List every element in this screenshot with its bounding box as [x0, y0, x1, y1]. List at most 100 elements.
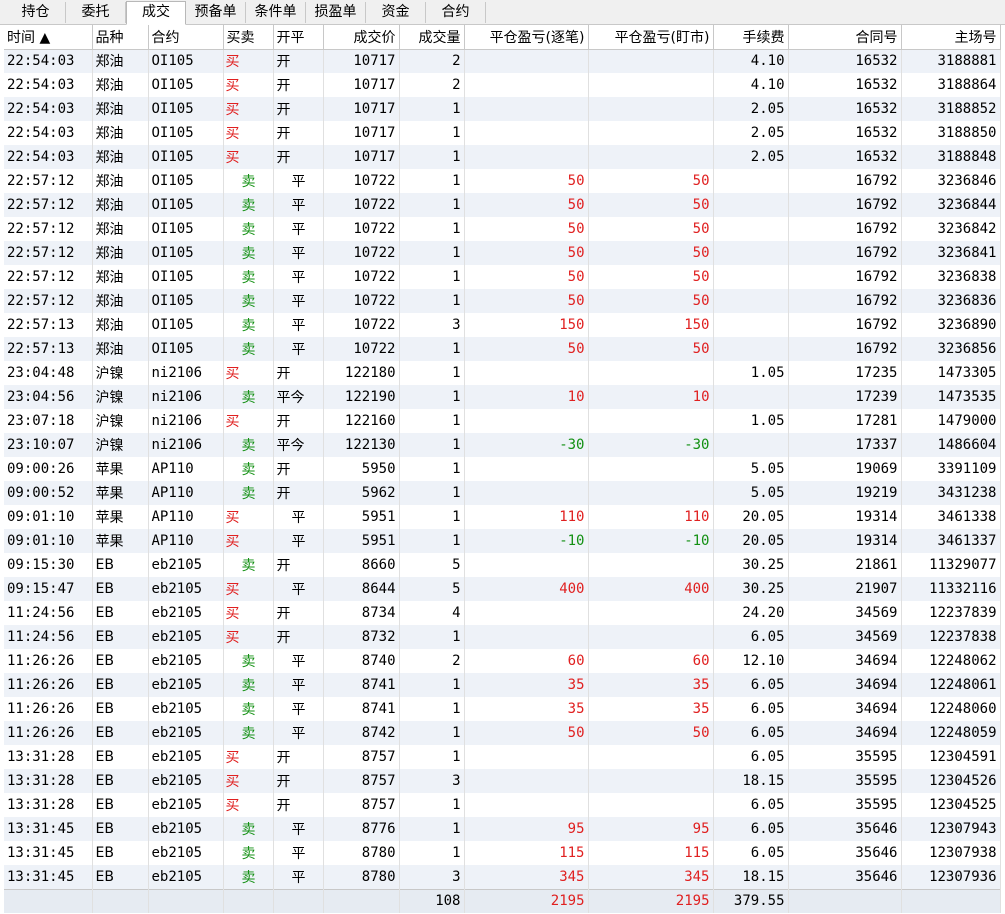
cell-qty: 1: [399, 193, 465, 217]
trade-row[interactable]: 22:54:03 郑油 OI105 买 开 10717 1 2.05 16532 3188852: [4, 97, 1001, 121]
side-label: 卖: [241, 869, 256, 886]
trade-row[interactable]: 22:57:12 郑油 OI105 卖平 10722 1 50 50 16792 3236844: [4, 193, 1001, 217]
cell-qty: 1: [399, 745, 465, 769]
trade-row[interactable]: 09:01:10 苹果 AP110 买平 5951 1 110 110 20.05 19314 34…: [4, 505, 1001, 529]
trade-row[interactable]: 22:54:03 郑油 OI105 买 开 10717 1 2.05 16532 3188848: [4, 145, 1001, 169]
cell-pnl-mtm: 110: [588, 505, 714, 529]
trade-row[interactable]: 11:26:26 EB eb2105 卖平 8741 1 35 35 6.05 34694 1224…: [4, 697, 1001, 721]
trade-row[interactable]: 22:54:03 郑油 OI105 买 开 10717 2 4.10 16532 3188881: [4, 49, 1001, 73]
trade-row[interactable]: 11:26:26 EB eb2105 卖平 8741 1 35 35 6.05 34694 1224…: [4, 673, 1001, 697]
trade-row[interactable]: 11:26:26 EB eb2105 卖平 8740 2 60 60 12.10 34694 122…: [4, 649, 1001, 673]
cell-pnl-mtm: 95: [588, 817, 714, 841]
col-contract-header[interactable]: 合约: [148, 25, 224, 50]
cell-main-no: 3236846: [901, 169, 1001, 193]
cell-variety: 郑油: [92, 313, 149, 337]
col-main-no-header[interactable]: 主场号: [901, 25, 1001, 50]
cell-pnl-trade: 50: [464, 721, 589, 745]
col-fee-header[interactable]: 手续费: [713, 25, 789, 50]
trade-row[interactable]: 13:31:45 EB eb2105 卖平 8776 1 95 95 6.05 35646 1230…: [4, 817, 1001, 841]
cell-pnl-trade: [464, 97, 589, 121]
cell-price: 8776: [323, 817, 400, 841]
cell-offset: 开: [273, 601, 324, 625]
trade-row[interactable]: 22:57:12 郑油 OI105 卖平 10722 1 50 50 16792 3236838: [4, 265, 1001, 289]
cell-main-no: 12248060: [901, 697, 1001, 721]
trade-row[interactable]: 13:31:28 EB eb2105 买 开 8757 1 6.05 35595 12304525: [4, 793, 1001, 817]
tab-stop-orders[interactable]: 损盈单: [306, 2, 366, 23]
cell-price: 10722: [323, 289, 400, 313]
trade-row[interactable]: 22:57:12 郑油 OI105 卖平 10722 1 50 50 16792 3236841: [4, 241, 1001, 265]
trade-row[interactable]: 13:31:45 EB eb2105 卖平 8780 3 345 345 18.15 35646 1…: [4, 865, 1001, 889]
cell-price: 122190: [323, 385, 400, 409]
cell-side: 卖: [223, 697, 274, 721]
trade-row[interactable]: 22:57:12 郑油 OI105 卖平 10722 1 50 50 16792 3236842: [4, 217, 1001, 241]
cell-contract: AP110: [148, 505, 224, 529]
tab-funds[interactable]: 资金: [366, 2, 426, 23]
trade-row[interactable]: 23:10:07 沪镍 ni2106 卖平今 122130 1 -30 -30 17337 148…: [4, 433, 1001, 457]
tab-contracts[interactable]: 合约: [426, 2, 486, 23]
col-offset-header[interactable]: 开平: [273, 25, 324, 50]
col-pnl-trade-header[interactable]: 平仓盈亏(逐笔): [464, 25, 589, 50]
trade-row[interactable]: 22:54:03 郑油 OI105 买 开 10717 1 2.05 16532 3188850: [4, 121, 1001, 145]
cell-contract-no: 35595: [788, 745, 902, 769]
cell-contract: OI105: [148, 49, 224, 73]
cell-side: 卖: [223, 193, 274, 217]
cell-contract: OI105: [148, 265, 224, 289]
tab-positions[interactable]: 持仓: [6, 2, 66, 23]
trade-row[interactable]: 09:00:26 苹果 AP110 卖 开 5950 1 5.05 19069 3391109: [4, 457, 1001, 481]
tab-trades[interactable]: 成交: [126, 1, 186, 25]
trade-row[interactable]: 11:24:56 EB eb2105 买 开 8734 4 24.20 34569 1223783…: [4, 601, 1001, 625]
col-price-header[interactable]: 成交价: [323, 25, 400, 50]
trade-row[interactable]: 13:31:45 EB eb2105 卖平 8780 1 115 115 6.05 35646 12…: [4, 841, 1001, 865]
cell-pnl-mtm: [588, 457, 714, 481]
trade-row[interactable]: 23:07:18 沪镍 ni2106 买 开 122160 1 1.05 17281 147900…: [4, 409, 1001, 433]
trade-row[interactable]: 22:57:12 郑油 OI105 卖平 10722 1 50 50 16792 3236846: [4, 169, 1001, 193]
trade-row[interactable]: 23:04:48 沪镍 ni2106 买 开 122180 1 1.05 17235 147330…: [4, 361, 1001, 385]
trade-row[interactable]: 13:31:28 EB eb2105 买 开 8757 1 6.05 35595 12304591: [4, 745, 1001, 769]
cell-variety: 郑油: [92, 193, 149, 217]
cell-main-no: 3188864: [901, 73, 1001, 97]
cell-pnl-trade: -10: [464, 529, 589, 553]
trade-row[interactable]: 22:57:12 郑油 OI105 卖平 10722 1 50 50 16792 3236836: [4, 289, 1001, 313]
cell-time: 13:31:28: [4, 793, 93, 817]
trade-row[interactable]: 22:57:13 郑油 OI105 卖平 10722 3 150 150 16792 323689…: [4, 313, 1001, 337]
cell-pnl-trade: [464, 49, 589, 73]
cell-offset: 开: [273, 625, 324, 649]
col-side-header[interactable]: 买卖: [223, 25, 274, 50]
col-qty-header[interactable]: 成交量: [399, 25, 465, 50]
trade-row[interactable]: 22:57:13 郑油 OI105 卖平 10722 1 50 50 16792 3236856: [4, 337, 1001, 361]
cell-time: 22:54:03: [4, 73, 93, 97]
side-label: 卖: [241, 222, 256, 238]
trade-row[interactable]: 23:04:56 沪镍 ni2106 卖平今 122190 1 10 10 17239 14735…: [4, 385, 1001, 409]
col-pnl-mtm-header[interactable]: 平仓盈亏(盯市): [588, 25, 714, 50]
cell-side: 卖: [223, 289, 274, 313]
cell-contract-no: 16792: [788, 193, 902, 217]
tab-preset-orders[interactable]: 预备单: [186, 2, 246, 23]
col-contract-no-header[interactable]: 合同号: [788, 25, 902, 50]
trade-row[interactable]: 11:26:26 EB eb2105 卖平 8742 1 50 50 6.05 34694 1224…: [4, 721, 1001, 745]
cell-pnl-trade: [464, 481, 589, 505]
cell-contract-no: 34694: [788, 721, 902, 745]
col-time-header[interactable]: 时间 ▲: [4, 25, 93, 50]
trade-row[interactable]: 09:01:10 苹果 AP110 买平 5951 1 -10 -10 20.05 19314 34…: [4, 529, 1001, 553]
side-label: 卖: [241, 462, 256, 478]
side-label: 买: [225, 150, 240, 166]
cell-main-no: 12304526: [901, 769, 1001, 793]
cell-main-no: 11332116: [901, 577, 1001, 601]
trade-row[interactable]: 09:00:52 苹果 AP110 卖 开 5962 1 5.05 19219 3431238: [4, 481, 1001, 505]
col-variety-header[interactable]: 品种: [92, 25, 149, 50]
trade-row[interactable]: 09:15:47 EB eb2105 买平 8644 5 400 400 30.25 21907 1…: [4, 577, 1001, 601]
cell-side: 卖: [223, 721, 274, 745]
trade-row[interactable]: 11:24:56 EB eb2105 买 开 8732 1 6.05 34569 12237838: [4, 625, 1001, 649]
total-blank: [4, 888, 93, 913]
tab-conditional-orders[interactable]: 条件单: [246, 2, 306, 23]
cell-pnl-trade: 110: [464, 505, 589, 529]
cell-qty: 1: [399, 265, 465, 289]
cell-qty: 3: [399, 313, 465, 337]
cell-price: 8660: [323, 553, 400, 577]
trade-row[interactable]: 09:15:30 EB eb2105 卖 开 8660 5 30.25 21861 1132907…: [4, 553, 1001, 577]
cell-contract: ni2106: [148, 385, 224, 409]
tab-orders[interactable]: 委托: [66, 2, 126, 23]
trade-row[interactable]: 22:54:03 郑油 OI105 买 开 10717 2 4.10 16532 3188864: [4, 73, 1001, 97]
cell-time: 22:57:13: [4, 313, 93, 337]
trade-row[interactable]: 13:31:28 EB eb2105 买 开 8757 3 18.15 35595 1230452…: [4, 769, 1001, 793]
